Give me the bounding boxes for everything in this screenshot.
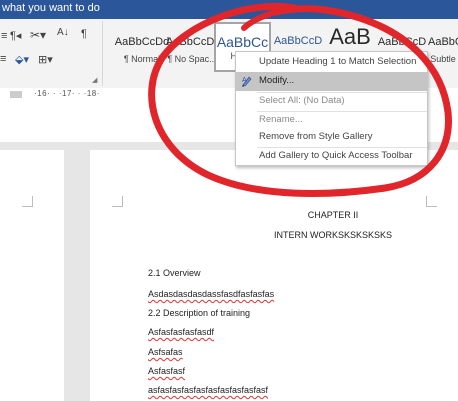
doc-line: asfasfasfasfasfasfasfasfasfasf (148, 385, 269, 395)
menu-item-modify[interactable]: A Modify... (236, 72, 427, 91)
style-sample: AaBbCc (216, 34, 269, 50)
style-name: ¶ Normal (123, 54, 161, 64)
menu-item-label: Modify... (259, 75, 295, 86)
menu-item-label: Add Gallery to Quick Access Toolbar (259, 150, 413, 161)
style-sample: AaBbCcD (377, 36, 427, 48)
shading-icon[interactable]: ⬙▾ (15, 53, 29, 66)
menu-item-add-gallery-qat[interactable]: Add Gallery to Quick Access Toolbar (236, 147, 427, 166)
style-subtle-emphasis[interactable]: AaBbCcD Subtle (428, 22, 458, 72)
style-normal[interactable]: AaBbCcDd ¶ Normal (112, 22, 172, 72)
indent-marker[interactable] (10, 91, 22, 98)
doc-line: Asdasdasdasdassfasdfasfasfas (148, 289, 275, 299)
sort-icon[interactable]: A↓ (57, 27, 69, 38)
style-sample: AaBbCcDd (166, 36, 218, 48)
group-divider (102, 21, 103, 86)
modify-style-icon: A (242, 76, 252, 87)
margin-corner (112, 196, 123, 207)
menu-item-remove-from-gallery[interactable]: Remove from Style Gallery (236, 128, 427, 147)
paragraph-group: ≡ ¶◂ ✂▾ A↓ ¶ ≡ ⬙▾ ⊞▾ ◢ (0, 19, 103, 88)
style-sample: AaBbCcD (428, 36, 458, 48)
chapter-title: CHAPTER II (307, 210, 359, 220)
pilcrow-icon[interactable]: ¶ (81, 28, 87, 40)
show-formatting-icon[interactable]: ¶◂ (10, 29, 21, 42)
style-no-spacing[interactable]: AaBbCcDd ¶ No Spac... (166, 22, 218, 72)
doc-line: Asfasfasfasfasdf (148, 327, 215, 337)
borders-icon[interactable]: ⊞▾ (38, 53, 53, 66)
margin-corner (426, 196, 437, 207)
ruler-numbers: ·16· · ·17· · ·18· (34, 89, 100, 98)
title-bar: what you want to do (0, 0, 458, 19)
multilevel-list-icon[interactable]: ✂▾ (30, 28, 46, 42)
chapter-heading: INTERN WORKSKSKSKSKS (273, 230, 393, 240)
page-current-left (0, 150, 64, 401)
page-current[interactable]: CHAPTER II INTERN WORKSKSKSKSKS 2.1 Over… (90, 150, 458, 401)
style-sample: AaB (329, 24, 371, 49)
menu-item-label: Remove from Style Gallery (259, 131, 373, 142)
align-icon[interactable]: ≡ (0, 53, 6, 65)
menu-item-label: Select All: (No Data) (259, 95, 345, 106)
style-sample: AaBbCcDd (114, 36, 170, 48)
svg-text:A: A (242, 77, 247, 84)
style-name: Subtle (430, 54, 456, 64)
dialog-launcher-icon[interactable]: ◢ (92, 76, 97, 84)
doc-line: 2.2 Description of training (148, 308, 251, 318)
doc-line: 2.1 Overview (148, 268, 201, 278)
menu-item-update-heading[interactable]: Update Heading 1 to Match Selection (236, 53, 427, 72)
style-context-menu: Update Heading 1 to Match Selection A Mo… (235, 51, 428, 166)
menu-item-label: Update Heading 1 to Match Selection (259, 56, 417, 67)
indent-icon[interactable]: ≡ (1, 30, 7, 42)
tell-me-box[interactable]: what you want to do (2, 2, 100, 14)
style-sample: AaBbCcD (273, 35, 323, 47)
margin-corner (22, 196, 33, 207)
style-name: ¶ No Spac... (167, 54, 217, 64)
menu-item-label: Rename... (259, 114, 303, 125)
doc-line: Asfsafas (148, 347, 183, 357)
doc-line: Asfasfasf (148, 366, 186, 376)
menu-item-select-all[interactable]: Select All: (No Data) (236, 92, 427, 111)
